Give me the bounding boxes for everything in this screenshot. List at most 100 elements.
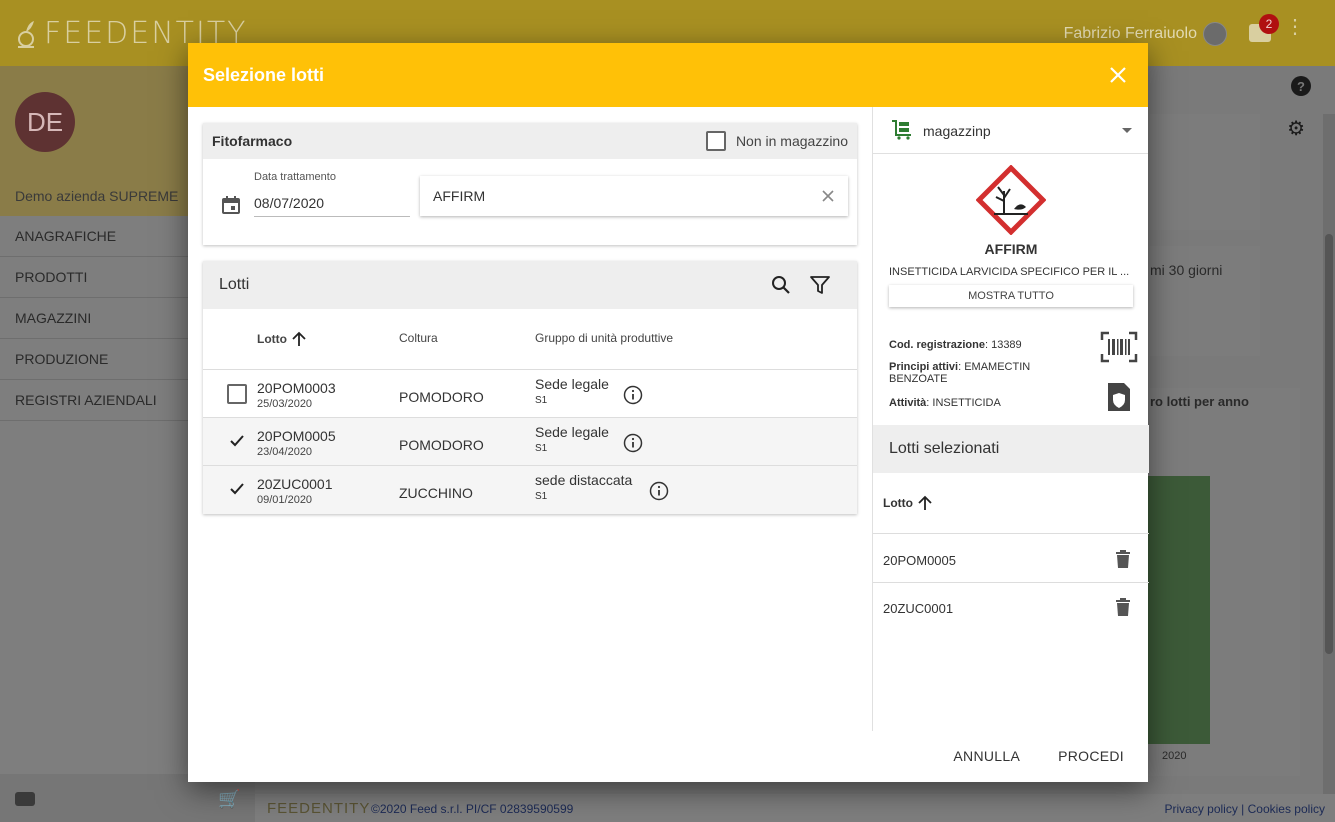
notification-badge: 2 [1259, 14, 1279, 34]
date-label: Data trattamento [254, 171, 336, 183]
row-checkbox[interactable] [227, 384, 247, 404]
lotto-coltura: POMODORO [399, 437, 484, 453]
page-scrollbar[interactable] [1323, 114, 1335, 794]
arrow-up-icon [918, 495, 932, 510]
registration-label: Cod. registrazione [889, 339, 985, 351]
delete-icon[interactable] [1115, 549, 1131, 569]
column-lotto-sort[interactable]: Lotto [883, 495, 933, 511]
selected-lots-title: Lotti selezionati [889, 440, 1000, 457]
selected-lot-row: 20ZUC0001 [873, 583, 1149, 631]
non-in-magazzino-label: Non in magazzino [735, 133, 848, 149]
selected-lot-code: 20POM0005 [883, 553, 956, 568]
lotto-code: 20ZUC0001 [257, 476, 333, 492]
info-icon[interactable] [623, 433, 643, 453]
cart-icon[interactable]: 🛒 [218, 789, 240, 810]
chevron-down-icon[interactable] [1122, 128, 1132, 133]
product-value: AFFIRM [433, 188, 486, 204]
leaf-logo-icon [18, 20, 34, 48]
magazzino-select[interactable]: magazzinp [873, 107, 1148, 154]
lotto-coltura: ZUCCHINO [399, 485, 473, 501]
lotti-panel: Lotti Lotto Coltura Gruppo di unità prod… [203, 261, 857, 514]
registration-value: : 13389 [984, 339, 1022, 351]
cancel-button[interactable]: ANNULLA [953, 748, 1020, 764]
card-text: mi 30 giorni [1150, 262, 1223, 278]
environmental-hazard-icon [976, 165, 1046, 235]
user-name: Fabrizio Ferraiuolo [1063, 25, 1197, 42]
dashboard-chart-card: ro lotti per anno 2020 [1148, 388, 1300, 776]
column-gruppo[interactable]: Gruppo di unità produttive [535, 331, 673, 345]
check-icon[interactable] [229, 433, 245, 449]
gear-icon[interactable]: ⚙ [1287, 116, 1305, 141]
table-row[interactable]: 20ZUC0001 09/01/2020 ZUCCHINO sede dista… [203, 466, 857, 514]
user-avatar [1203, 22, 1227, 46]
arrow-up-icon [292, 331, 306, 346]
safety-sheet-icon[interactable] [1106, 381, 1132, 413]
table-row[interactable]: 20POM0005 23/04/2020 POMODORO Sede legal… [203, 418, 857, 466]
footer-logo: FEEDENTITY [267, 800, 371, 817]
delete-icon[interactable] [1115, 597, 1131, 617]
selected-lots-header: Lotti selezionati [873, 425, 1149, 473]
selected-lots-table-header: Lotto [873, 473, 1149, 534]
fitofarmaco-body: Data trattamento 08/07/2020 AFFIRM [203, 159, 857, 245]
fitofarmaco-header: Fitofarmaco Non in magazzino [203, 123, 857, 159]
column-lotto-label: Lotto [257, 332, 287, 346]
lotti-header: Lotti [203, 261, 857, 309]
column-lotto-label: Lotto [883, 496, 913, 510]
info-icon[interactable] [649, 481, 669, 501]
registration-code: Cod. registrazione: 13389 [889, 339, 1079, 351]
lotto-gruppo-sub: S1 [535, 491, 548, 502]
check-icon[interactable] [229, 481, 245, 497]
scrollbar-thumb[interactable] [1325, 234, 1333, 654]
lotto-gruppo: sede distaccata [535, 472, 633, 488]
product-autocomplete[interactable]: AFFIRM [420, 176, 848, 216]
selezione-lotti-dialog: Selezione lotti Fitofarmaco Non in magaz… [188, 43, 1149, 782]
lotto-gruppo-sub: S1 [535, 443, 548, 454]
kebab-menu-icon[interactable]: ⋮ [1285, 17, 1305, 37]
activity-value: : INSETTICIDA [926, 397, 1001, 409]
footer: FEEDENTITY ©2020 Feed s.r.l. PI/CF 02839… [255, 794, 1335, 822]
proceed-button[interactable]: PROCEDI [1058, 748, 1124, 764]
info-icon[interactable] [623, 385, 643, 405]
dashboard-card [1148, 114, 1260, 230]
warehouse-icon [892, 120, 911, 140]
search-icon[interactable] [771, 275, 791, 295]
magazzino-value: magazzinp [923, 123, 991, 139]
barcode-icon[interactable] [1100, 331, 1138, 363]
non-in-magazzino-checkbox[interactable]: Non in magazzino [705, 131, 848, 151]
show-all-button[interactable]: MOSTRA TUTTO [889, 285, 1133, 307]
selected-lot-row: 20POM0005 [873, 535, 1149, 583]
checkbox[interactable] [705, 131, 726, 151]
product-name: AFFIRM [984, 241, 1038, 257]
fitofarmaco-title: Fitofarmaco [212, 133, 293, 149]
close-icon[interactable] [1106, 63, 1130, 87]
clear-icon[interactable] [820, 188, 836, 204]
lotto-code: 20POM0003 [257, 380, 336, 396]
column-coltura[interactable]: Coltura [399, 331, 438, 345]
activity: Attività: INSETTICIDA [889, 397, 1079, 409]
footer-copyright: ©2020 Feed s.r.l. PI/CF 02839590599 [371, 802, 574, 816]
date-field[interactable]: 08/07/2020 [254, 189, 410, 217]
youtube-icon[interactable] [15, 792, 35, 806]
company-avatar: DE [15, 92, 75, 152]
activity-label: Attività [889, 397, 927, 409]
lotto-gruppo: Sede legale [535, 424, 609, 440]
dialog-header: Selezione lotti [188, 43, 1148, 107]
table-row[interactable]: 20POM0003 25/03/2020 POMODORO Sede legal… [203, 370, 857, 418]
left-column: Fitofarmaco Non in magazzino Data tratta… [203, 123, 857, 514]
lotto-date: 25/03/2020 [257, 398, 313, 410]
lotto-code: 20POM0005 [257, 428, 336, 444]
lotti-title: Lotti [219, 276, 250, 293]
column-lotto-sort[interactable]: Lotto [257, 331, 307, 347]
product-description: INSETTICIDA LARVICIDA SPECIFICO PER IL .… [889, 266, 1130, 278]
dialog-title: Selezione lotti [203, 64, 325, 85]
active-ingredients: Principi attivi: EMAMECTIN BENZOATE [889, 361, 1079, 385]
fitofarmaco-panel: Fitofarmaco Non in magazzino Data tratta… [203, 123, 857, 245]
footer-links[interactable]: Privacy policy | Cookies policy [1164, 802, 1325, 816]
chart-bar [1148, 476, 1210, 744]
lotto-coltura: POMODORO [399, 389, 484, 405]
calendar-icon[interactable] [221, 195, 241, 215]
chart-year-label: 2020 [1162, 750, 1187, 762]
help-icon[interactable]: ? [1291, 76, 1311, 96]
selected-lot-code: 20ZUC0001 [883, 601, 954, 616]
filter-icon[interactable] [809, 274, 831, 296]
